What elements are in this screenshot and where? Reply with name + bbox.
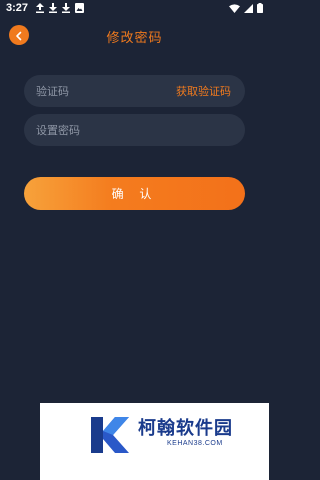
download-icon [62,3,70,13]
system-icons [229,3,263,13]
page-title: 修改密码 [106,31,163,46]
watermark-domain: KEHAN38.COM [167,440,223,447]
password-field [24,114,245,146]
upload-icon [36,3,44,13]
download-icon [49,3,57,13]
password-input[interactable] [24,114,245,146]
status-bar: 3:27 [0,0,269,18]
notification-icons [36,3,84,13]
verification-code-field: 获取验证码 [24,75,245,107]
header: 修改密码 [0,22,269,50]
confirm-button[interactable]: 确 认 [24,177,245,210]
watermark-name: 柯翰软件园 [138,418,233,439]
image-icon [75,3,84,13]
k-logo-icon [85,411,133,459]
battery-icon [257,3,263,13]
status-time: 3:27 [6,2,29,14]
verification-code-input[interactable] [24,75,176,107]
watermark: 柯翰软件园 KEHAN38.COM [40,403,269,480]
get-code-button[interactable]: 获取验证码 [176,83,245,99]
signal-icon [244,3,253,13]
wifi-icon [229,3,240,13]
